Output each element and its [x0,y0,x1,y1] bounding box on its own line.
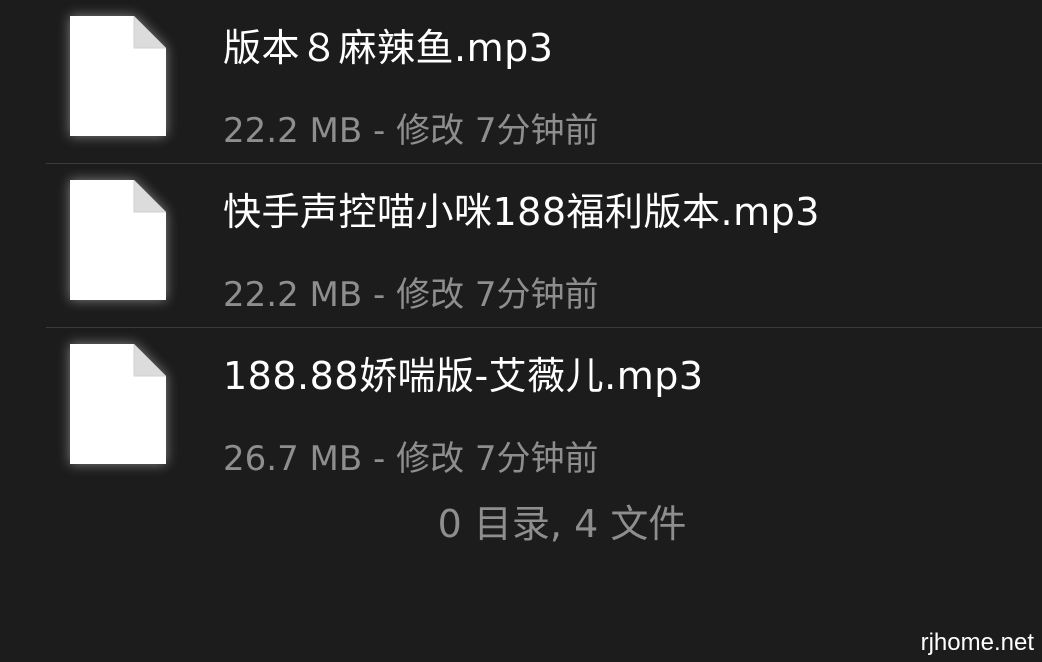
file-row[interactable]: 版本８麻辣鱼.mp3 22.2 MB - 修改 7分钟前 [46,0,1042,164]
document-icon [70,180,166,300]
file-modified: 修改 7分钟前 [396,439,599,479]
file-modified: 修改 7分钟前 [396,275,599,315]
file-meta: 26.7 MB - 修改 7分钟前 [223,434,599,484]
document-icon [70,16,166,136]
file-row[interactable]: 188.88娇喘版-艾薇儿.mp3 26.7 MB - 修改 7分钟前 [0,328,1042,492]
file-list: 版本８麻辣鱼.mp3 22.2 MB - 修改 7分钟前 快手声控喵小咪188福… [0,0,1042,492]
file-size: 22.2 MB [223,111,363,151]
file-meta: 22.2 MB - 修改 7分钟前 [223,270,599,320]
file-meta: 22.2 MB - 修改 7分钟前 [223,106,599,156]
meta-separator: - [372,439,386,479]
watermark: rjhome.net [920,629,1034,656]
meta-separator: - [372,111,386,151]
file-size: 22.2 MB [223,275,363,315]
file-row[interactable]: 快手声控喵小咪188福利版本.mp3 22.2 MB - 修改 7分钟前 [46,164,1042,328]
file-modified: 修改 7分钟前 [396,111,599,151]
file-size: 26.7 MB [223,439,363,479]
directory-summary: 0 目录, 4 文件 [437,502,687,546]
file-name: 版本８麻辣鱼.mp3 [223,26,554,70]
file-name: 188.88娇喘版-艾薇儿.mp3 [223,354,704,398]
document-icon [70,344,166,464]
file-name: 快手声控喵小咪188福利版本.mp3 [223,190,820,234]
meta-separator: - [372,275,386,315]
